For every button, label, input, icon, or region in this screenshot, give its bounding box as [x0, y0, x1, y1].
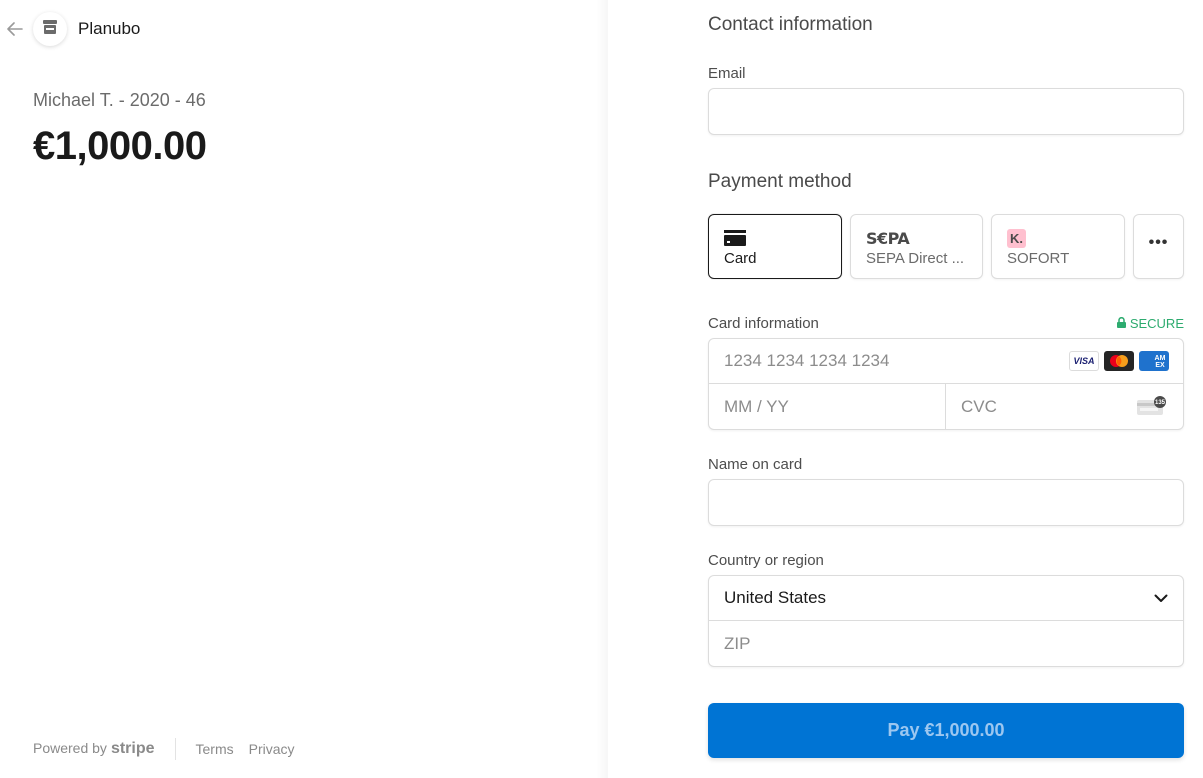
cvc-card-icon: 135 [1137, 396, 1167, 421]
payment-method-title: Payment method [708, 171, 852, 192]
card-cvc-input[interactable] [946, 384, 1126, 429]
country-selected-value: United States [724, 588, 827, 607]
checkout-page: Planubo Michael T. - 2020 - 46 €1,000.00… [0, 0, 1203, 778]
zip-field [709, 621, 1183, 666]
payment-method-label: SEPA Direct ... [866, 250, 965, 267]
country-label: Country or region [708, 552, 824, 569]
pay-button[interactable]: Pay €1,000.00 [708, 703, 1184, 758]
header: Planubo [6, 12, 140, 46]
klarna-logo-icon: K. [1007, 228, 1026, 248]
email-input[interactable] [709, 89, 1183, 134]
card-info-group: VISA AMEX 135 [708, 338, 1184, 430]
payment-method-label: SOFORT [1007, 250, 1070, 267]
powered-by-stripe[interactable]: Powered by stripe [33, 740, 155, 758]
contact-info-title: Contact information [708, 14, 873, 35]
country-select[interactable]: United States [709, 576, 1183, 621]
mastercard-icon [1104, 351, 1134, 371]
payment-method-sepa[interactable]: S€PA SEPA Direct ... [850, 214, 983, 279]
secure-badge: SECURE [1116, 316, 1184, 331]
amex-icon: AM EX [1139, 351, 1169, 371]
payment-method-sofort[interactable]: K. SOFORT [991, 214, 1125, 279]
footer-divider [174, 738, 176, 760]
more-dots-icon: ••• [1148, 233, 1169, 251]
stripe-logo: stripe [110, 740, 155, 757]
privacy-link[interactable]: Privacy [249, 741, 295, 757]
card-number-field: VISA AMEX [709, 339, 1183, 384]
payment-method-label: Card [724, 250, 757, 267]
footer: Powered by stripe Terms Privacy [33, 738, 310, 760]
order-summary-panel: Planubo Michael T. - 2020 - 46 €1,000.00… [0, 0, 607, 778]
card-expiry-input[interactable] [709, 384, 945, 429]
more-payment-methods-button[interactable]: ••• [1133, 214, 1184, 279]
merchant-name: Planubo [78, 19, 141, 38]
card-number-input[interactable] [709, 339, 1049, 383]
credit-card-icon [724, 229, 826, 247]
name-on-card-input[interactable] [709, 480, 1183, 525]
card-info-label: Card information [708, 315, 819, 332]
svg-text:135: 135 [1155, 400, 1166, 406]
name-field-wrapper [708, 479, 1184, 526]
total-amount: €1,000.00 [33, 124, 207, 168]
arrow-left-icon[interactable] [6, 20, 24, 38]
zip-input[interactable] [709, 621, 1183, 666]
powered-by-text: Powered by [33, 740, 107, 756]
visa-icon: VISA [1069, 351, 1099, 371]
product-name: Michael T. - 2020 - 46 [33, 90, 206, 110]
chevron-down-icon [1154, 588, 1168, 608]
merchant-logo [33, 12, 67, 46]
email-field-wrapper [708, 88, 1184, 135]
panel-divider-shadow [596, 0, 608, 778]
billing-address-group: United States [708, 575, 1184, 667]
store-icon [42, 19, 58, 39]
card-expiry-field [709, 384, 946, 429]
sepa-logo-icon: S€PA [866, 228, 910, 248]
card-cvc-field: 135 [946, 384, 1183, 429]
secure-text: SECURE [1129, 316, 1184, 331]
email-label: Email [708, 65, 746, 82]
payment-method-tabs: Card S€PA SEPA Direct ... K. SOFORT ••• [708, 214, 1184, 279]
terms-link[interactable]: Terms [196, 741, 234, 757]
card-brands: VISA AM EX [1069, 351, 1169, 371]
payment-method-card[interactable]: Card [708, 214, 842, 279]
svg-text:EX: EX [1155, 362, 1165, 369]
svg-text:AM: AM [1155, 355, 1166, 362]
name-on-card-label: Name on card [708, 456, 803, 473]
lock-icon [1116, 316, 1126, 331]
